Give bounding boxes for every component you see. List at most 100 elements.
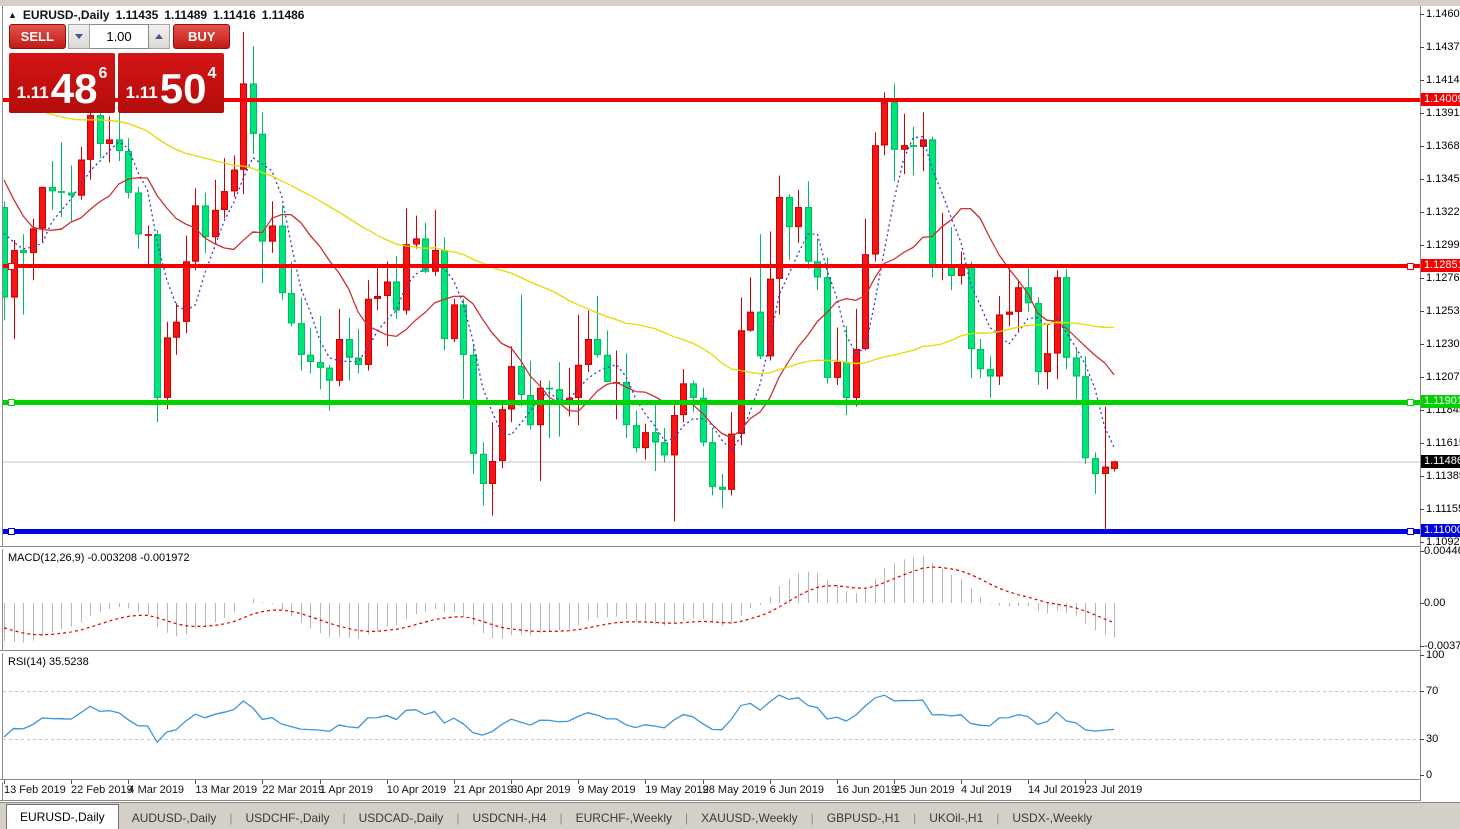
price-axis-tick: 1.12535: [1426, 305, 1460, 317]
ohlc-high: 1.11489: [164, 8, 207, 22]
chart-tab-usdx-weekly[interactable]: USDX-,Weekly: [999, 807, 1105, 829]
chart-tab-ukoil-h1[interactable]: UKOil-,H1: [916, 807, 996, 829]
price-axis-tick-mark: [1420, 410, 1424, 411]
volume-decrease-button[interactable]: [68, 24, 90, 49]
price-axis-tick: 1.14375: [1426, 41, 1460, 53]
date-axis-label: 22 Feb 2019: [71, 784, 133, 796]
price-axis-tick-mark: [1420, 542, 1424, 543]
price-axis-tick-mark: [1420, 146, 1424, 147]
price-axis-tick-mark: [1420, 377, 1424, 378]
price-axis-tick: 1.12305: [1426, 338, 1460, 350]
date-axis-label: 23 Jul 2019: [1085, 784, 1142, 796]
date-axis-label: 28 May 2019: [703, 784, 767, 796]
chart-tab-eurusd-daily[interactable]: EURUSD-,Daily: [6, 804, 119, 829]
rsi-axis-tick: 100: [1426, 649, 1444, 661]
chart-tab-usdcnh-h4[interactable]: USDCNH-,H4: [459, 807, 559, 829]
bid-price-prefix: 1.11: [17, 83, 49, 103]
date-axis-label: 13 Mar 2019: [195, 784, 257, 796]
pane-separator[interactable]: [0, 650, 1460, 653]
pane-separator[interactable]: [0, 546, 1460, 549]
price-axis-tick: 1.13225: [1426, 206, 1460, 218]
window-top-strip: [0, 0, 1460, 7]
chart-tab-usdchf-daily[interactable]: USDCHF-,Daily: [233, 807, 343, 829]
buy-button[interactable]: BUY: [173, 24, 230, 49]
chart-header: ▲ EURUSD-,Daily 1.11435 1.11489 1.11416 …: [8, 8, 304, 22]
one-click-trade-widget: SELL BUY 1.11 48 6 1.11 50 4: [9, 24, 230, 113]
bid-price-sup: 6: [98, 65, 107, 83]
macd-axis-tick: 0.004465: [1424, 545, 1460, 557]
price-axis-tick-mark: [1420, 311, 1424, 312]
price-axis-tick-mark: [1420, 344, 1424, 345]
bid-price-big: 48: [51, 71, 98, 107]
ask-quote-panel[interactable]: 1.11 50 4: [118, 53, 224, 113]
rsi-axis-tick: 0: [1426, 769, 1432, 781]
price-axis-tick: 1.12075: [1426, 371, 1460, 383]
price-axis-tick: 1.14605: [1426, 8, 1460, 20]
price-axis-tick-mark: [1420, 509, 1424, 510]
price-axis-tick-mark: [1420, 245, 1424, 246]
ohlc-open: 1.11435: [116, 8, 159, 22]
rsi-indicator-label: RSI(14) 35.5238: [8, 656, 89, 668]
ask-price-big: 50: [160, 71, 207, 107]
rsi-canvas[interactable]: [3, 652, 1420, 779]
hline-price-label: 1.11000: [1421, 524, 1460, 537]
macd-canvas[interactable]: [3, 548, 1420, 650]
chevron-up-icon: [155, 34, 163, 39]
sell-button[interactable]: SELL: [9, 24, 66, 49]
price-axis-tick: 1.14145: [1426, 74, 1460, 86]
hline-price-label: 1.12851: [1421, 259, 1460, 272]
price-axis-tick-mark: [1420, 476, 1424, 477]
date-axis-label: 4 Mar 2019: [128, 784, 184, 796]
date-axis-label: 19 May 2019: [645, 784, 709, 796]
date-axis-label: 9 May 2019: [578, 784, 635, 796]
chart-tab-eurchf-weekly[interactable]: EURCHF-,Weekly: [563, 807, 685, 829]
rsi-axis-tick-mark: [1420, 739, 1424, 740]
macd-axis-tick: 0.00: [1424, 597, 1445, 609]
price-axis-tick: 1.13915: [1426, 107, 1460, 119]
chevron-down-icon: [75, 34, 83, 39]
chart-title: EURUSD-,Daily: [23, 8, 110, 22]
bid-price-label: 1.11486: [1421, 455, 1460, 468]
price-axis-tick-mark: [1420, 80, 1424, 81]
date-axis-label: 22 Mar 2019: [262, 784, 324, 796]
chart-tab-xauusd-weekly[interactable]: XAUUSD-,Weekly: [688, 807, 810, 829]
price-axis-tick-mark: [1420, 278, 1424, 279]
volume-input[interactable]: [90, 24, 149, 49]
price-axis-tick: 1.12765: [1426, 272, 1460, 284]
ohlc-close: 1.11486: [262, 8, 305, 22]
rsi-axis-tick: 70: [1426, 685, 1438, 697]
chart-window: ▲ EURUSD-,Daily 1.11435 1.11489 1.11416 …: [0, 0, 1460, 829]
price-axis-tick-mark: [1420, 14, 1424, 15]
rsi-axis-tick: 30: [1426, 733, 1438, 745]
volume-increase-button[interactable]: [149, 24, 170, 49]
date-axis-label: 30 Apr 2019: [511, 784, 570, 796]
macd-indicator-label: MACD(12,26,9) -0.003208 -0.001972: [8, 552, 190, 564]
chart-tab-gbpusd-h1[interactable]: GBPUSD-,H1: [814, 807, 913, 829]
ohlc-low: 1.11416: [213, 8, 256, 22]
date-axis-label: 13 Feb 2019: [4, 784, 66, 796]
date-axis-label: 14 Jul 2019: [1028, 784, 1085, 796]
price-axis-tick: 1.11155: [1426, 503, 1460, 515]
price-axis-tick: 1.13455: [1426, 173, 1460, 185]
date-axis-label: 6 Jun 2019: [770, 784, 824, 796]
date-axis-label: 21 Apr 2019: [454, 784, 513, 796]
bid-quote-panel[interactable]: 1.11 48 6: [9, 53, 115, 113]
price-axis-tick: 1.13685: [1426, 140, 1460, 152]
pane-separator: [0, 779, 1460, 782]
price-axis-tick: 1.12995: [1426, 239, 1460, 251]
chart-tab-audusd-daily[interactable]: AUDUSD-,Daily: [119, 807, 230, 829]
date-axis-label: 4 Jul 2019: [961, 784, 1012, 796]
date-axis-label: 1 Apr 2019: [320, 784, 373, 796]
chart-tab-usdcad-daily[interactable]: USDCAD-,Daily: [346, 807, 457, 829]
price-axis-tick-mark: [1420, 113, 1424, 114]
date-axis-label: 25 Jun 2019: [894, 784, 955, 796]
rsi-axis-tick-mark: [1420, 655, 1424, 656]
chart-tab-bar: EURUSD-,DailyAUDUSD-,Daily|USDCHF-,Daily…: [0, 802, 1460, 829]
ask-price-sup: 4: [207, 65, 216, 83]
price-axis-tick-mark: [1420, 47, 1424, 48]
price-axis-tick-mark: [1420, 179, 1424, 180]
price-axis-tick-mark: [1420, 212, 1424, 213]
date-axis-label: 16 Jun 2019: [837, 784, 898, 796]
hline-price-label: 1.11901: [1421, 395, 1460, 408]
hline-price-label: 1.14009: [1421, 93, 1460, 106]
